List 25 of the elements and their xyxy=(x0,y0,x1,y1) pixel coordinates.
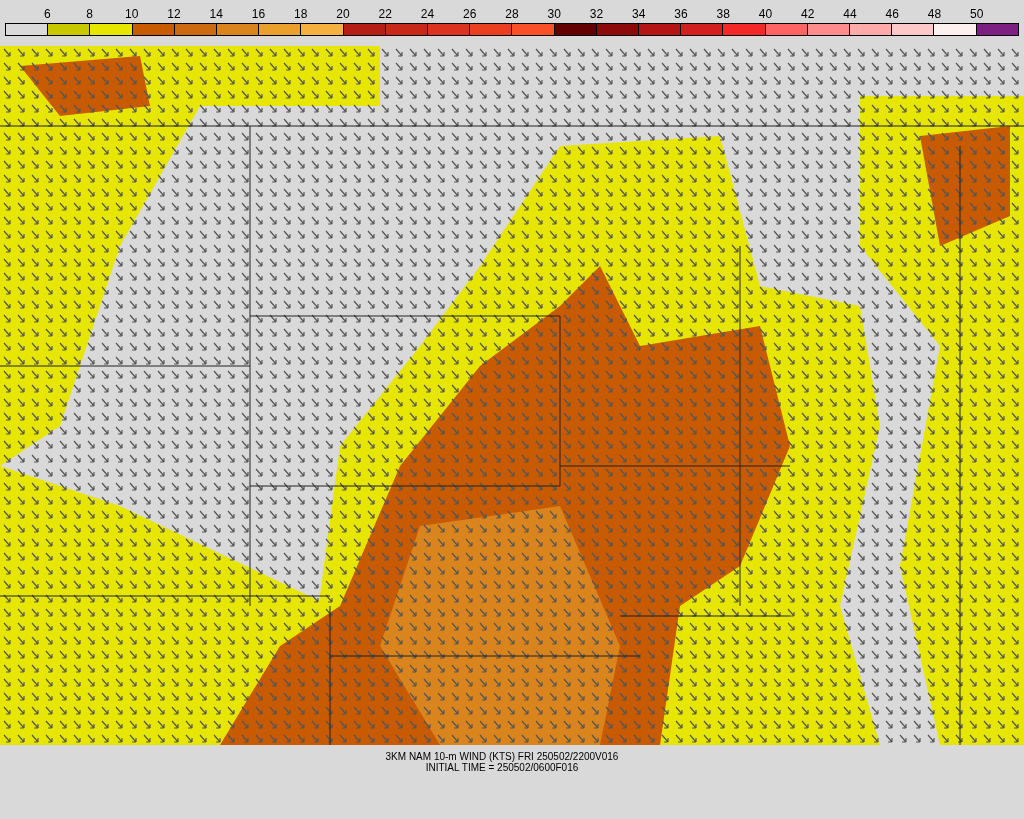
legend-label: 36 xyxy=(674,6,688,22)
legend-label: 34 xyxy=(632,6,646,22)
legend-label: 48 xyxy=(927,6,942,22)
legend-label: 18 xyxy=(294,6,308,22)
legend-label: 28 xyxy=(505,6,519,22)
legend-label: 44 xyxy=(843,6,857,22)
legend-label: 8 xyxy=(86,6,93,22)
legend-label: 46 xyxy=(885,6,899,22)
legend-label: 50 xyxy=(970,6,984,22)
legend-label: 38 xyxy=(716,6,730,22)
legend-label: 10 xyxy=(125,6,139,22)
legend-label: 30 xyxy=(547,6,561,22)
legend-label: 12 xyxy=(167,6,181,22)
legend-label: 22 xyxy=(378,6,392,22)
legend-label: 14 xyxy=(209,6,223,22)
legend-label: 26 xyxy=(463,6,477,22)
initial-time: INITIAL TIME = 250502/0600F016 xyxy=(425,762,579,773)
legend-label: 20 xyxy=(336,6,350,22)
legend-label: 16 xyxy=(251,6,266,22)
legend-label: 6 xyxy=(43,6,51,22)
legend-label: 32 xyxy=(589,6,604,22)
legend-label: 24 xyxy=(420,6,435,22)
map-title: 3KM NAM 10-m WIND (KTS) FRI 250502/2200V016 xyxy=(385,751,619,762)
legend-label: 42 xyxy=(801,6,815,22)
legend-label: 40 xyxy=(758,6,773,22)
